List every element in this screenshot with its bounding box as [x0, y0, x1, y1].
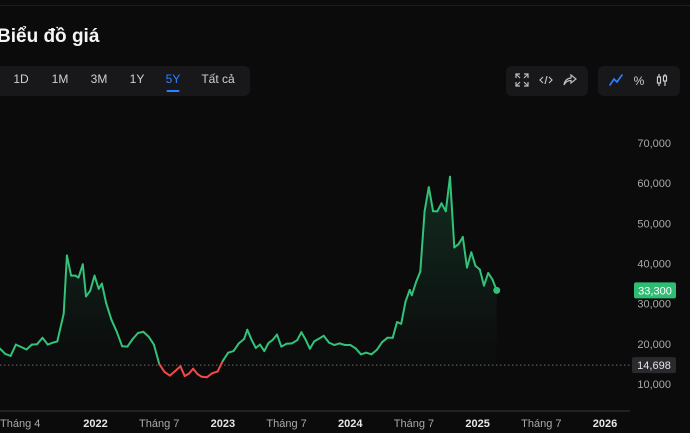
price-chart: 70,000 60,000 50,000 40,000 30,000 20,000 10,0…	[0, 138, 676, 430]
y-tick-label: 50,000	[637, 218, 671, 230]
x-tick-label: 2025	[465, 418, 489, 430]
y-tick-label: 40,000	[637, 259, 671, 271]
y-tick-label: 60,000	[637, 178, 671, 190]
x-tick-label: Tháng 7	[139, 418, 179, 430]
x-tick-label: Tháng 7	[266, 418, 306, 430]
last-price-dot	[493, 286, 501, 294]
price-line-segment	[179, 365, 186, 377]
y-tick-label: 10,000	[637, 379, 671, 391]
price-line-segment	[216, 359, 224, 373]
reference-price-label: 14,698	[637, 360, 671, 372]
x-tick-label: Tháng 4	[0, 418, 40, 430]
x-tick-label: Tháng 7	[521, 418, 561, 430]
last-price-label: 33,300	[638, 285, 672, 297]
x-tick-label: Tháng 7	[394, 418, 434, 430]
x-tick-label: 2024	[338, 418, 363, 430]
price-line-segment	[192, 367, 199, 375]
price-area-fill	[0, 176, 497, 366]
price-line-segment	[174, 365, 182, 373]
y-tick-label: 20,000	[637, 339, 671, 351]
x-tick-label: 2023	[211, 418, 235, 430]
y-tick-label: 70,000	[637, 138, 671, 150]
x-tick-label: 2026	[593, 418, 617, 430]
price-line-segment	[168, 370, 177, 377]
y-tick-label: 30,000	[637, 299, 671, 311]
x-tick-label: 2022	[83, 418, 107, 430]
